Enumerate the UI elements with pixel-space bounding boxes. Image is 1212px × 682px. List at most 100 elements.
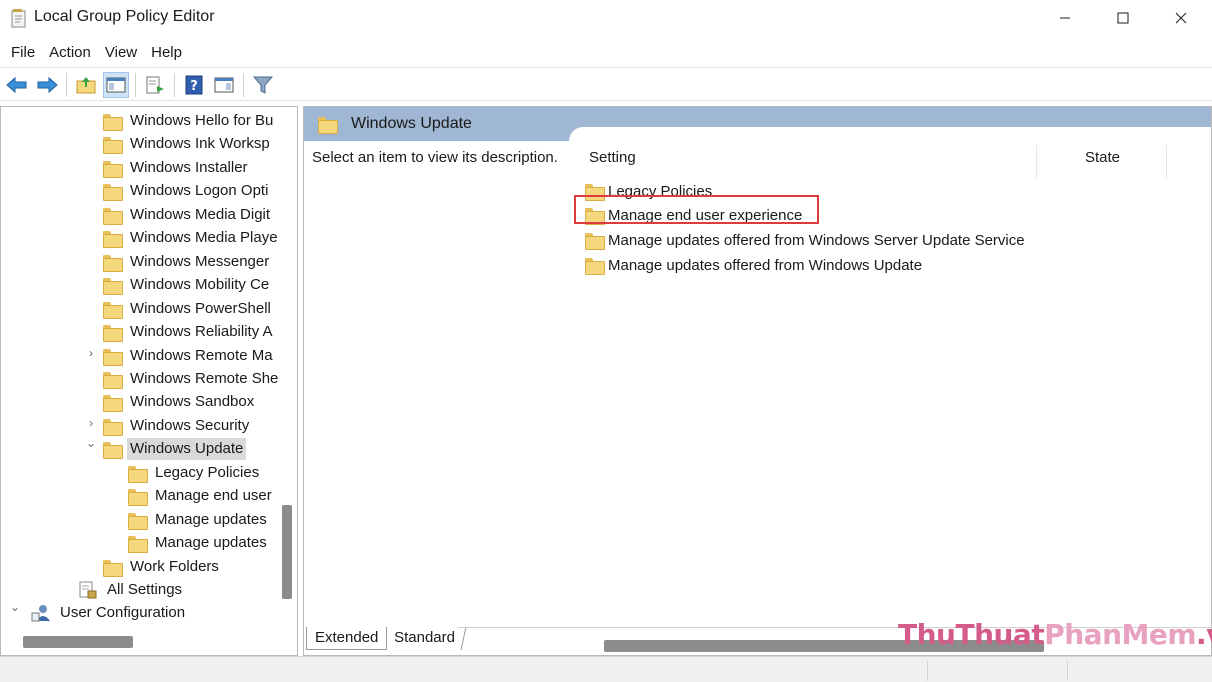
tree-item-label: Windows Ink Worksp [130, 135, 270, 152]
folder-icon [103, 113, 123, 131]
tree-item[interactable]: › Windows Remote Ma [89, 345, 276, 367]
show-hide-tree-button[interactable] [103, 72, 129, 98]
folder-icon [318, 117, 342, 134]
tree-item[interactable]: Work Folders [103, 556, 222, 578]
tree-item[interactable]: Windows Reliability A [103, 321, 276, 343]
tree-item[interactable]: Manage end user [128, 485, 275, 507]
highlight-annotation-box [574, 195, 819, 224]
toolbar-separator [66, 73, 67, 97]
tree-item-label: Windows PowerShell [130, 300, 271, 317]
setting-row[interactable]: Manage updates offered from Windows Serv… [585, 230, 1025, 252]
folder-icon [128, 488, 148, 506]
folder-icon [103, 559, 123, 577]
tree-item[interactable]: Windows Logon Opti [103, 180, 271, 202]
menu-action[interactable]: Action [42, 40, 98, 66]
tree-item-label: Manage updates [155, 511, 267, 528]
tree-item[interactable]: Windows PowerShell [103, 298, 274, 320]
tree-vertical-scroll-thumb[interactable] [282, 505, 292, 599]
export-list-button[interactable] [142, 72, 168, 98]
tree-item[interactable]: › Windows Security [89, 415, 252, 437]
tree-item[interactable]: ⌄ Windows Update [86, 436, 247, 460]
folder-icon [103, 324, 123, 342]
menu-divider [0, 67, 1212, 68]
svg-text:?: ? [190, 79, 198, 94]
all-settings-icon [79, 581, 97, 599]
tree-horizontal-scroll-thumb[interactable] [23, 636, 133, 648]
tree-item[interactable]: Windows Sandbox [103, 391, 257, 413]
minimize-icon [1060, 17, 1070, 19]
toolbar-separator [174, 73, 175, 97]
tree-item[interactable]: Manage updates [128, 509, 270, 531]
folder-icon [103, 394, 123, 412]
forward-button[interactable] [34, 72, 60, 98]
filter-icon [253, 76, 273, 94]
window-title: Local Group Policy Editor [34, 8, 215, 25]
tree-item-label: Windows Update [127, 438, 247, 460]
help-button[interactable]: ? [181, 72, 207, 98]
tree-item[interactable]: Manage updates [128, 532, 270, 554]
folder-icon [128, 535, 148, 553]
tree-item[interactable]: Windows Installer [103, 157, 251, 179]
back-button[interactable] [4, 72, 30, 98]
tree-item-label: Windows Media Digit [130, 206, 271, 223]
folder-icon [585, 233, 605, 251]
folder-icon [585, 257, 605, 275]
folder-icon [103, 183, 123, 201]
close-button[interactable] [1152, 0, 1210, 36]
menu-help[interactable]: Help [144, 40, 189, 66]
tree-item[interactable]: Windows Hello for Bu [103, 110, 276, 132]
toolbar-separator [135, 73, 136, 97]
tree-item-label: Windows Security [130, 417, 250, 434]
setting-row[interactable]: Manage updates offered from Windows Upda… [585, 254, 922, 276]
tree-item-label: Windows Remote Ma [130, 347, 273, 364]
show-hide-tree-icon [106, 77, 126, 93]
console-tree[interactable]: Windows Hello for Bu Windows Ink Worksp Wi… [0, 106, 298, 656]
back-arrow-icon [6, 76, 27, 94]
chevron-right-icon[interactable]: › [85, 416, 97, 430]
tree-item-label: Windows Messenger [130, 253, 270, 270]
status-divider [927, 661, 928, 681]
maximize-button[interactable] [1094, 0, 1152, 36]
column-header-setting[interactable]: Setting [589, 148, 636, 180]
tree-item-label: Work Folders [130, 558, 219, 575]
menu-file[interactable]: File [4, 40, 42, 66]
tree-item-label: Windows Reliability A [130, 323, 273, 340]
action-pane-icon [214, 77, 234, 93]
tree-item-label: Manage end user [155, 487, 272, 504]
action-pane-button[interactable] [211, 72, 237, 98]
tree-item-label: Windows Media Playe [130, 229, 278, 246]
tree-item-label: User Configuration [60, 604, 186, 621]
tree-item[interactable]: Windows Ink Worksp [103, 133, 273, 155]
close-icon [1175, 12, 1187, 24]
group-policy-app-icon [11, 9, 26, 28]
tree-item[interactable]: ⌄ User Configuration [10, 600, 188, 624]
tree-item[interactable]: Windows Messenger [103, 251, 272, 273]
tree-item-label: Windows Logon Opti [130, 182, 269, 199]
tab-standard[interactable]: Standard [383, 627, 467, 650]
column-header-state[interactable]: State [1085, 148, 1120, 180]
chevron-down-icon[interactable]: ⌄ [85, 436, 97, 450]
status-divider [1067, 661, 1068, 681]
tree-item-label: Windows Hello for Bu [130, 112, 274, 129]
tree-item[interactable]: Windows Media Digit [103, 204, 273, 226]
tree-item-label: Windows Remote She [130, 370, 279, 387]
tree-item-label: All Settings [107, 581, 183, 598]
filter-button[interactable] [250, 72, 276, 98]
up-one-level-button[interactable] [73, 72, 99, 98]
column-divider[interactable] [1166, 145, 1167, 179]
toolbar: ? [0, 69, 1212, 101]
status-bar [0, 656, 1212, 682]
tree-item[interactable]: Windows Mobility Ce [103, 274, 272, 296]
minimize-button[interactable] [1036, 0, 1094, 36]
folder-icon [103, 160, 123, 178]
tree-item[interactable]: Windows Remote She [103, 368, 281, 390]
tree-item[interactable]: Legacy Policies [128, 462, 262, 484]
tab-extended[interactable]: Extended [306, 627, 388, 650]
help-icon: ? [185, 75, 203, 95]
chevron-right-icon[interactable]: › [85, 346, 97, 360]
tree-item[interactable]: All Settings [78, 579, 185, 601]
tree-item[interactable]: Windows Media Playe [103, 227, 281, 249]
chevron-down-icon[interactable]: ⌄ [9, 600, 21, 614]
column-divider[interactable] [1036, 145, 1037, 179]
menu-view[interactable]: View [98, 40, 144, 66]
